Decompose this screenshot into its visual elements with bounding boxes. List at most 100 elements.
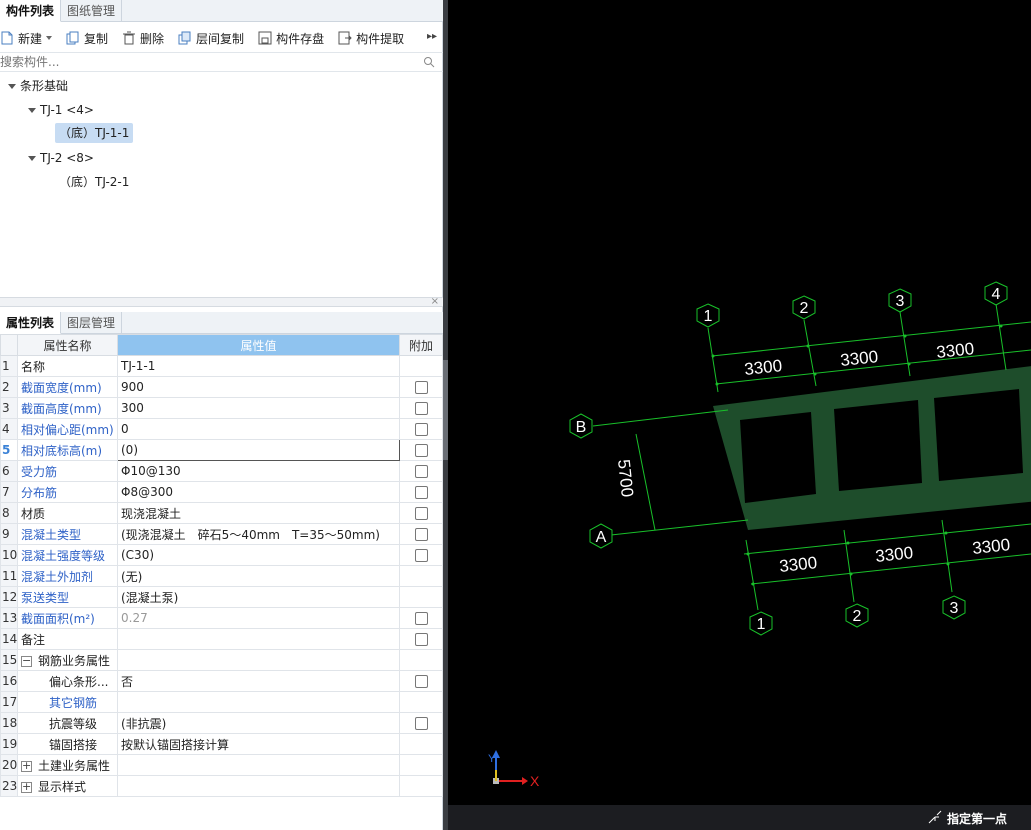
extra-checkbox[interactable] bbox=[414, 632, 428, 646]
property-name[interactable]: 混凝土外加剂 bbox=[17, 565, 118, 587]
drawing-canvas[interactable]: 1 2 3 4 1 2 3 B A 3300 3300 3300 3300 33… bbox=[448, 0, 1031, 830]
property-name[interactable]: 截面宽度(mm) bbox=[17, 376, 118, 398]
property-value[interactable]: (无) bbox=[117, 565, 400, 587]
more-arrow-icon[interactable]: ▸▸ bbox=[427, 31, 437, 42]
tab-drawing-management[interactable]: 图纸管理 bbox=[61, 0, 123, 22]
property-name[interactable]: 分布筋 bbox=[17, 481, 118, 503]
axis-label-bottom-3[interactable]: 3 bbox=[950, 600, 959, 617]
property-name[interactable]: 混凝土强度等级 bbox=[17, 544, 118, 566]
property-name[interactable]: 材质 bbox=[17, 502, 118, 524]
axis-label-bottom-2[interactable]: 2 bbox=[853, 608, 862, 625]
property-value[interactable]: (现浇混凝土 碎石5～40mm T=35～50mm) bbox=[117, 523, 400, 545]
property-name[interactable]: 相对偏心距(mm) bbox=[17, 418, 118, 440]
extra-checkbox[interactable] bbox=[414, 506, 428, 520]
property-row[interactable]: 16 偏心条形... 否 bbox=[0, 670, 443, 692]
tree-node-root[interactable]: 条形基础 bbox=[8, 76, 68, 96]
extra-checkbox[interactable] bbox=[414, 380, 428, 394]
axis-label-side-b[interactable]: B bbox=[576, 419, 587, 436]
property-value[interactable]: (非抗震) bbox=[117, 712, 400, 734]
property-name[interactable]: + 显示样式 bbox=[17, 775, 118, 797]
property-value[interactable]: 否 bbox=[117, 670, 400, 692]
axis-label-top-4[interactable]: 4 bbox=[992, 286, 1001, 303]
property-row[interactable]: 2 截面宽度(mm) 900 bbox=[0, 376, 443, 398]
property-name[interactable]: 抗震等级 bbox=[17, 712, 118, 734]
tree-node-tj2[interactable]: TJ-2 <8> bbox=[28, 148, 94, 168]
search-icon[interactable] bbox=[423, 56, 435, 68]
property-row[interactable]: 18 抗震等级 (非抗震) bbox=[0, 712, 443, 734]
property-row[interactable]: 10 混凝土强度等级 (C30) bbox=[0, 544, 443, 566]
property-value[interactable]: Φ10@130 bbox=[117, 460, 400, 482]
property-name[interactable]: 名称 bbox=[17, 355, 118, 377]
property-row[interactable]: 7 分布筋 Φ8@300 bbox=[0, 481, 443, 503]
extra-checkbox[interactable] bbox=[414, 485, 428, 499]
extra-checkbox[interactable] bbox=[414, 401, 428, 415]
axis-label-top-1[interactable]: 1 bbox=[704, 308, 713, 325]
property-row[interactable]: 12 泵送类型 (混凝土泵) bbox=[0, 586, 443, 608]
property-value[interactable]: 300 bbox=[117, 397, 400, 419]
property-row[interactable]: 9 混凝土类型 (现浇混凝土 碎石5～40mm T=35～50mm) bbox=[0, 523, 443, 545]
save-component-button[interactable]: 构件存盘 bbox=[258, 30, 324, 47]
property-name[interactable]: 截面面积(m²) bbox=[17, 607, 118, 629]
property-name[interactable]: 其它钢筋 bbox=[17, 691, 118, 713]
property-value[interactable]: (0) bbox=[117, 439, 400, 461]
property-value[interactable]: (混凝土泵) bbox=[117, 586, 400, 608]
close-icon[interactable]: × bbox=[431, 296, 439, 307]
property-value[interactable]: Φ8@300 bbox=[117, 481, 400, 503]
property-row[interactable]: 13 截面面积(m²) 0.27 bbox=[0, 607, 443, 629]
expand-arrow-icon[interactable] bbox=[8, 84, 16, 89]
property-row[interactable]: 1 名称 TJ-1-1 bbox=[0, 355, 443, 377]
property-value[interactable]: 900 bbox=[117, 376, 400, 398]
expand-icon[interactable]: + bbox=[21, 781, 32, 793]
axis-label-side-a[interactable]: A bbox=[596, 529, 607, 546]
property-row[interactable]: 19 锚固搭接 按默认锚固搭接计算 bbox=[0, 733, 443, 755]
property-row[interactable]: 15− 钢筋业务属性 bbox=[0, 649, 443, 671]
extra-checkbox[interactable] bbox=[414, 548, 428, 562]
delete-button[interactable]: 删除 bbox=[122, 30, 164, 47]
property-name[interactable]: 偏心条形... bbox=[17, 670, 118, 692]
strip-foundation[interactable] bbox=[713, 364, 1031, 530]
collapse-icon[interactable]: − bbox=[21, 655, 32, 667]
property-name[interactable]: 受力筋 bbox=[17, 460, 118, 482]
property-name[interactable]: 锚固搭接 bbox=[17, 733, 118, 755]
property-row[interactable]: 17 其它钢筋 bbox=[0, 691, 443, 713]
property-value[interactable] bbox=[117, 649, 400, 671]
axis-label-bottom-1[interactable]: 1 bbox=[757, 616, 766, 633]
property-row[interactable]: 8 材质 现浇混凝土 bbox=[0, 502, 443, 524]
property-name[interactable]: 截面高度(mm) bbox=[17, 397, 118, 419]
tab-component-list[interactable]: 构件列表 bbox=[0, 0, 62, 22]
extra-checkbox[interactable] bbox=[414, 611, 428, 625]
property-value[interactable]: TJ-1-1 bbox=[117, 355, 400, 377]
property-value[interactable] bbox=[117, 754, 400, 776]
property-value[interactable]: (C30) bbox=[117, 544, 400, 566]
property-row[interactable]: 23 + 显示样式 bbox=[0, 775, 443, 797]
expand-arrow-icon[interactable] bbox=[28, 108, 36, 113]
search-input[interactable] bbox=[0, 53, 400, 71]
property-row[interactable]: 11 混凝土外加剂 (无) bbox=[0, 565, 443, 587]
property-name[interactable]: 混凝土类型 bbox=[17, 523, 118, 545]
tree-node-tj1-1[interactable]: （底）TJ-1-1 bbox=[55, 123, 134, 143]
property-value[interactable] bbox=[117, 628, 400, 650]
axis-label-top-2[interactable]: 2 bbox=[800, 300, 809, 317]
property-name[interactable]: 备注 bbox=[17, 628, 118, 650]
tree-node-tj2-1[interactable]: （底）TJ-2-1 bbox=[59, 172, 129, 192]
property-name[interactable]: + 土建业务属性 bbox=[17, 754, 118, 776]
property-row[interactable]: 5 相对底标高(m) (0) bbox=[0, 439, 443, 461]
property-row[interactable]: 20 + 土建业务属性 bbox=[0, 754, 443, 776]
property-name[interactable]: 相对底标高(m) bbox=[17, 439, 118, 461]
property-row[interactable]: 4 相对偏心距(mm) 0 bbox=[0, 418, 443, 440]
extra-checkbox[interactable] bbox=[414, 443, 428, 457]
property-value[interactable]: 0 bbox=[117, 418, 400, 440]
extra-checkbox[interactable] bbox=[414, 674, 428, 688]
property-value[interactable] bbox=[117, 691, 400, 713]
property-row[interactable]: 6 受力筋 Φ10@130 bbox=[0, 460, 443, 482]
property-value[interactable] bbox=[117, 775, 400, 797]
property-name[interactable]: − 钢筋业务属性 bbox=[17, 649, 118, 671]
extra-checkbox[interactable] bbox=[414, 422, 428, 436]
new-button[interactable]: 新建 bbox=[0, 30, 53, 47]
extra-checkbox[interactable] bbox=[414, 716, 428, 730]
canvas-svg[interactable]: 1 2 3 4 1 2 3 B A 3300 3300 3300 3300 33… bbox=[448, 0, 1031, 830]
expand-arrow-icon[interactable] bbox=[28, 156, 36, 161]
panel-divider[interactable]: × bbox=[0, 296, 443, 307]
axis-label-top-3[interactable]: 3 bbox=[896, 293, 905, 310]
floor-copy-button[interactable]: 层间复制 bbox=[178, 30, 244, 47]
